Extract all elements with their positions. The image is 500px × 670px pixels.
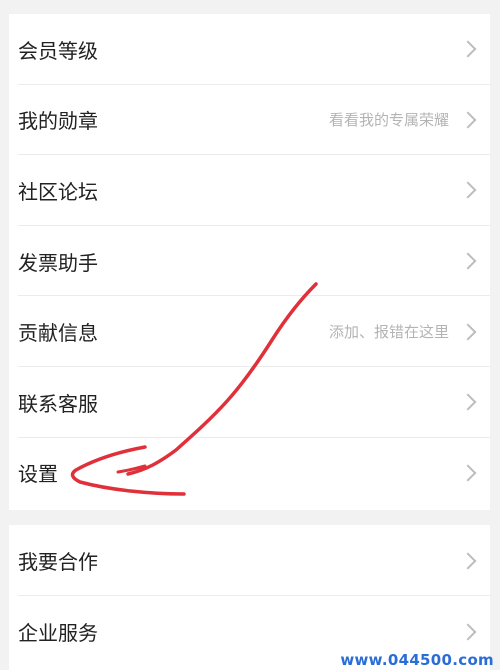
menu-item-settings[interactable]: 设置 bbox=[9, 438, 490, 509]
chevron-right-icon bbox=[459, 393, 477, 411]
menu-item-label: 我要合作 bbox=[18, 550, 98, 574]
chevron-right-icon bbox=[459, 111, 477, 129]
menu-item-label: 联系客服 bbox=[18, 391, 98, 416]
chevron-right-icon bbox=[459, 623, 477, 640]
menu-item-cooperate[interactable]: 我要合作 bbox=[9, 525, 490, 596]
menu-item-contact-service[interactable]: 联系客服 bbox=[9, 367, 490, 438]
menu-item-label: 贡献信息 bbox=[18, 321, 98, 346]
chevron-right-icon bbox=[459, 181, 477, 199]
menu-item-hint: 添加、报错在这里 bbox=[328, 323, 449, 342]
menu-item-contribute-info[interactable]: 贡献信息 添加、报错在这里 bbox=[9, 296, 490, 367]
menu-item-my-medals[interactable]: 我的勋章 看看我的专属荣耀 bbox=[9, 85, 490, 156]
menu-item-label: 发票助手 bbox=[18, 250, 98, 275]
chevron-right-icon bbox=[459, 40, 477, 58]
menu-item-label: 会员等级 bbox=[18, 38, 98, 63]
menu-item-label: 企业服务 bbox=[18, 621, 98, 645]
menu-item-label: 社区论坛 bbox=[18, 179, 98, 204]
chevron-right-icon bbox=[459, 323, 477, 341]
menu-item-label: 设置 bbox=[18, 462, 58, 487]
menu-group-primary: 会员等级 我的勋章 看看我的专属荣耀 社区论坛 发票助手 贡献信息 添加、报错在… bbox=[9, 14, 490, 510]
menu-item-community-forum[interactable]: 社区论坛 bbox=[9, 155, 490, 226]
menu-item-hint: 看看我的专属荣耀 bbox=[328, 111, 449, 130]
menu-item-label: 我的勋章 bbox=[18, 109, 98, 134]
watermark-text: www.044500.com bbox=[340, 651, 494, 669]
menu-item-invoice-assistant[interactable]: 发票助手 bbox=[9, 226, 490, 297]
menu-item-member-level[interactable]: 会员等级 bbox=[9, 14, 490, 85]
chevron-right-icon bbox=[459, 464, 477, 482]
chevron-right-icon bbox=[459, 252, 477, 270]
chevron-right-icon bbox=[459, 552, 477, 569]
menu-group-secondary: 我要合作 企业服务 bbox=[9, 525, 490, 670]
